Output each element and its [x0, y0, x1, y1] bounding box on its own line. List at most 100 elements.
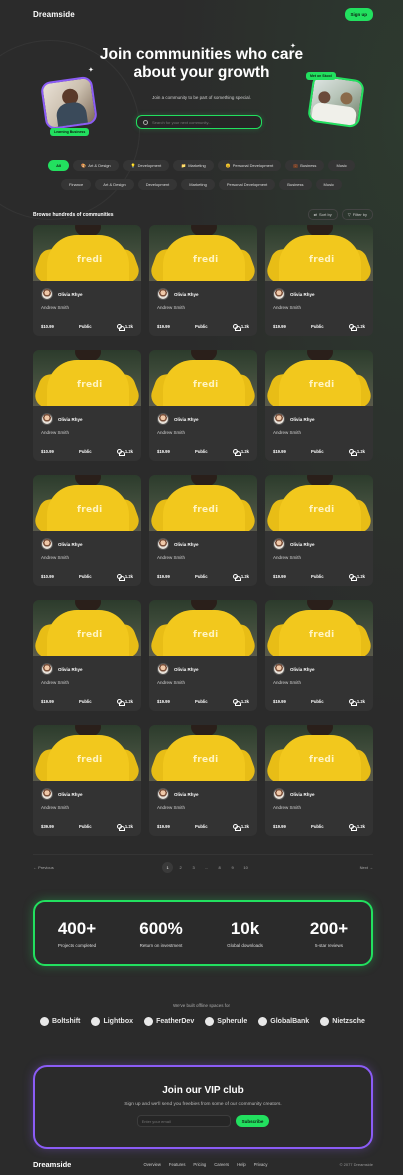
search-input[interactable] [152, 119, 252, 125]
footer-link-features[interactable]: Features [169, 1162, 186, 1167]
card-body: Olivia Rhye Andrew Smith [265, 656, 373, 685]
brand-name: GlobalBank [270, 1018, 310, 1025]
author-name: Olivia Rhye [174, 666, 199, 672]
community-card[interactable]: fredi Olivia Rhye Andrew Smith $19.99 Public… [149, 475, 257, 586]
community-card[interactable]: fredi Olivia Rhye Andrew Smith $19.99 Public… [149, 350, 257, 461]
image-brand-text: fredi [193, 630, 219, 640]
sort-button[interactable]: ⇄ Sort by [307, 209, 338, 220]
category-chip[interactable]: 🎨 Art & Design [73, 160, 119, 171]
search-bar[interactable] [136, 115, 262, 129]
author-name: Olivia Rhye [174, 791, 199, 797]
community-card[interactable]: fredi Olivia Rhye Andrew Smith $19.99 Public… [265, 725, 373, 836]
category-chip[interactable]: Music [328, 160, 355, 171]
community-card[interactable]: fredi Olivia Rhye Andrew Smith $19.99 Public… [33, 600, 141, 711]
card-title: Andrew Smith [157, 430, 186, 435]
signup-button[interactable]: Sign up [344, 7, 373, 21]
category-chip[interactable]: Business [279, 179, 312, 190]
community-card[interactable]: fredi Olivia Rhye Andrew Smith $10.99 Public… [33, 350, 141, 461]
brand-logo-spherule: Spherule [205, 1017, 247, 1026]
community-card[interactable]: fredi Olivia Rhye Andrew Smith $10.99 Public… [33, 475, 141, 586]
page-number[interactable]: 9 [227, 862, 238, 873]
author-name: Olivia Rhye [58, 791, 83, 797]
card-footer: $39.99 Public 1.2k [41, 824, 133, 831]
page-number[interactable]: ... [201, 862, 212, 873]
users-icon [232, 324, 241, 331]
page-number[interactable]: 8 [214, 862, 225, 873]
category-chip[interactable]: 💡 Development [122, 160, 170, 171]
avatar [157, 538, 169, 550]
community-card[interactable]: fredi Olivia Rhye Andrew Smith $19.99 Public… [149, 600, 257, 711]
footer-link-careers[interactable]: Careers [214, 1162, 229, 1167]
members-count: 1.2k [124, 324, 133, 329]
card-members: 1.2k [348, 324, 365, 331]
card-author: Olivia Rhye [273, 413, 365, 425]
stat-label: 5-star reviews [314, 942, 343, 948]
category-chip[interactable]: 📁 Marketing [173, 160, 214, 171]
page-number[interactable]: 2 [175, 862, 186, 873]
image-brand-text: fredi [77, 755, 103, 765]
card-visibility: Public [195, 824, 208, 829]
card-author: Olivia Rhye [273, 538, 365, 550]
card-members: 1.2k [232, 449, 249, 456]
brand-logo-featherdev: FeatherDev [144, 1017, 194, 1026]
community-card[interactable]: fredi Olivia Rhye Andrew Smith $19.99 Public… [265, 600, 373, 711]
community-card[interactable]: fredi Olivia Rhye Andrew Smith $39.99 Public… [33, 725, 141, 836]
category-chip[interactable]: Development [137, 179, 178, 190]
community-card[interactable]: fredi Olivia Rhye Andrew Smith $19.99 Public… [265, 475, 373, 586]
card-members: 1.2k [348, 699, 365, 706]
category-chip[interactable]: Marketing [181, 179, 215, 190]
page-number[interactable]: 10 [240, 862, 251, 873]
card-author: Olivia Rhye [273, 663, 365, 675]
card-members: 1.2k [116, 324, 133, 331]
email-field[interactable] [136, 1115, 231, 1127]
category-chip[interactable]: Music [315, 179, 342, 190]
card-price: $19.99 [273, 449, 286, 454]
card-title: Andrew Smith [273, 555, 302, 560]
image-brand-text: fredi [77, 630, 103, 640]
card-visibility: Public [311, 574, 324, 579]
stat-value: 10k [230, 918, 260, 938]
page-number[interactable]: 3 [188, 862, 199, 873]
category-chip[interactable]: Finance [61, 179, 92, 190]
filter-button[interactable]: ▽ Filter by [341, 209, 373, 220]
card-title: Andrew Smith [41, 430, 70, 435]
community-card[interactable]: fredi Olivia Rhye Andrew Smith $19.99 Public… [265, 350, 373, 461]
members-count: 1.2k [124, 824, 133, 829]
category-chip[interactable]: Personal Development [218, 179, 276, 190]
footer-link-help[interactable]: Help [237, 1162, 246, 1167]
footer: Dreamside Overview Features Pricing Careers… [33, 1160, 373, 1169]
community-card[interactable]: fredi Olivia Rhye Andrew Smith $19.99 Public… [149, 225, 257, 336]
subscribe-button[interactable]: Subscribe [235, 1115, 270, 1127]
previous-button[interactable]: ← Previous [33, 865, 54, 870]
users-icon [116, 574, 125, 581]
author-name: Olivia Rhye [58, 666, 83, 672]
community-card[interactable]: fredi Olivia Rhye Andrew Smith $19.99 Public… [149, 725, 257, 836]
footer-link-pricing[interactable]: Pricing [193, 1162, 206, 1167]
category-chip[interactable]: 😊 Personal Development [217, 160, 282, 171]
category-chip[interactable]: Art & Design [95, 179, 134, 190]
users-icon [232, 449, 241, 456]
brand-logo-lightbox: Lightbox [91, 1017, 133, 1026]
community-card[interactable]: fredi Olivia Rhye Andrew Smith $19.99 Public… [265, 225, 373, 336]
card-body: Olivia Rhye Andrew Smith [149, 531, 257, 560]
card-price: $39.99 [41, 824, 54, 829]
logo[interactable]: Dreamside [33, 10, 75, 19]
author-name: Olivia Rhye [58, 541, 83, 547]
category-chip[interactable]: 💼 Business [285, 160, 325, 171]
avatar [41, 663, 53, 675]
users-icon [348, 699, 357, 706]
community-card[interactable]: fredi Olivia Rhye Andrew Smith $10.99 Public… [33, 225, 141, 336]
footer-link-overview[interactable]: Overview [143, 1162, 160, 1167]
footer-logo[interactable]: Dreamside [33, 1160, 71, 1169]
users-icon [116, 324, 125, 331]
footer-link-privacy[interactable]: Privacy [254, 1162, 268, 1167]
previous-label: Previous [38, 864, 54, 870]
members-count: 1.2k [356, 574, 365, 579]
next-button[interactable]: Next → [360, 865, 373, 870]
author-name: Olivia Rhye [290, 291, 315, 297]
category-chip[interactable]: All [48, 160, 70, 171]
members-count: 1.2k [240, 699, 249, 704]
card-visibility: Public [195, 574, 208, 579]
card-footer: $19.99 Public 1.2k [157, 824, 249, 831]
page-number[interactable]: 1 [162, 861, 174, 873]
